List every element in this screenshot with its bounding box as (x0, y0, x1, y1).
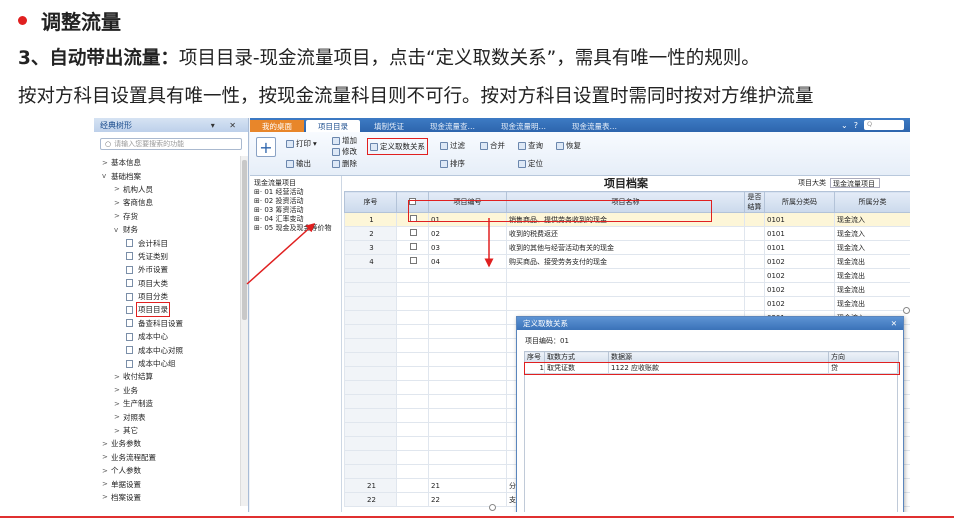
bullet-icon (18, 16, 27, 25)
row-highlight-box (408, 200, 712, 222)
resize-handle[interactable] (903, 307, 910, 314)
instruction-line-2: 按对方科目设置具有唯一性，按现金流量科目则不可行。按对方科目设置时需同时按对方维… (18, 86, 814, 107)
resize-handle[interactable] (489, 504, 496, 511)
section-heading: 调整流量 (18, 6, 121, 35)
arrow-tree-to-grid (246, 222, 316, 285)
app-screenshot: 经典树形 ▾ ✕ ○ 请输入您要搜索的功能 > 基本信息 v 基础档案 > 机构人员 > 客商信息… (94, 118, 910, 512)
divider (0, 516, 954, 518)
annotation-arrows (246, 218, 494, 285)
instruction-line-1: 3、自动带出流量：项目目录-现金流量项目，点击“定义取数关系”，需具有唯一性的规… (18, 48, 760, 69)
